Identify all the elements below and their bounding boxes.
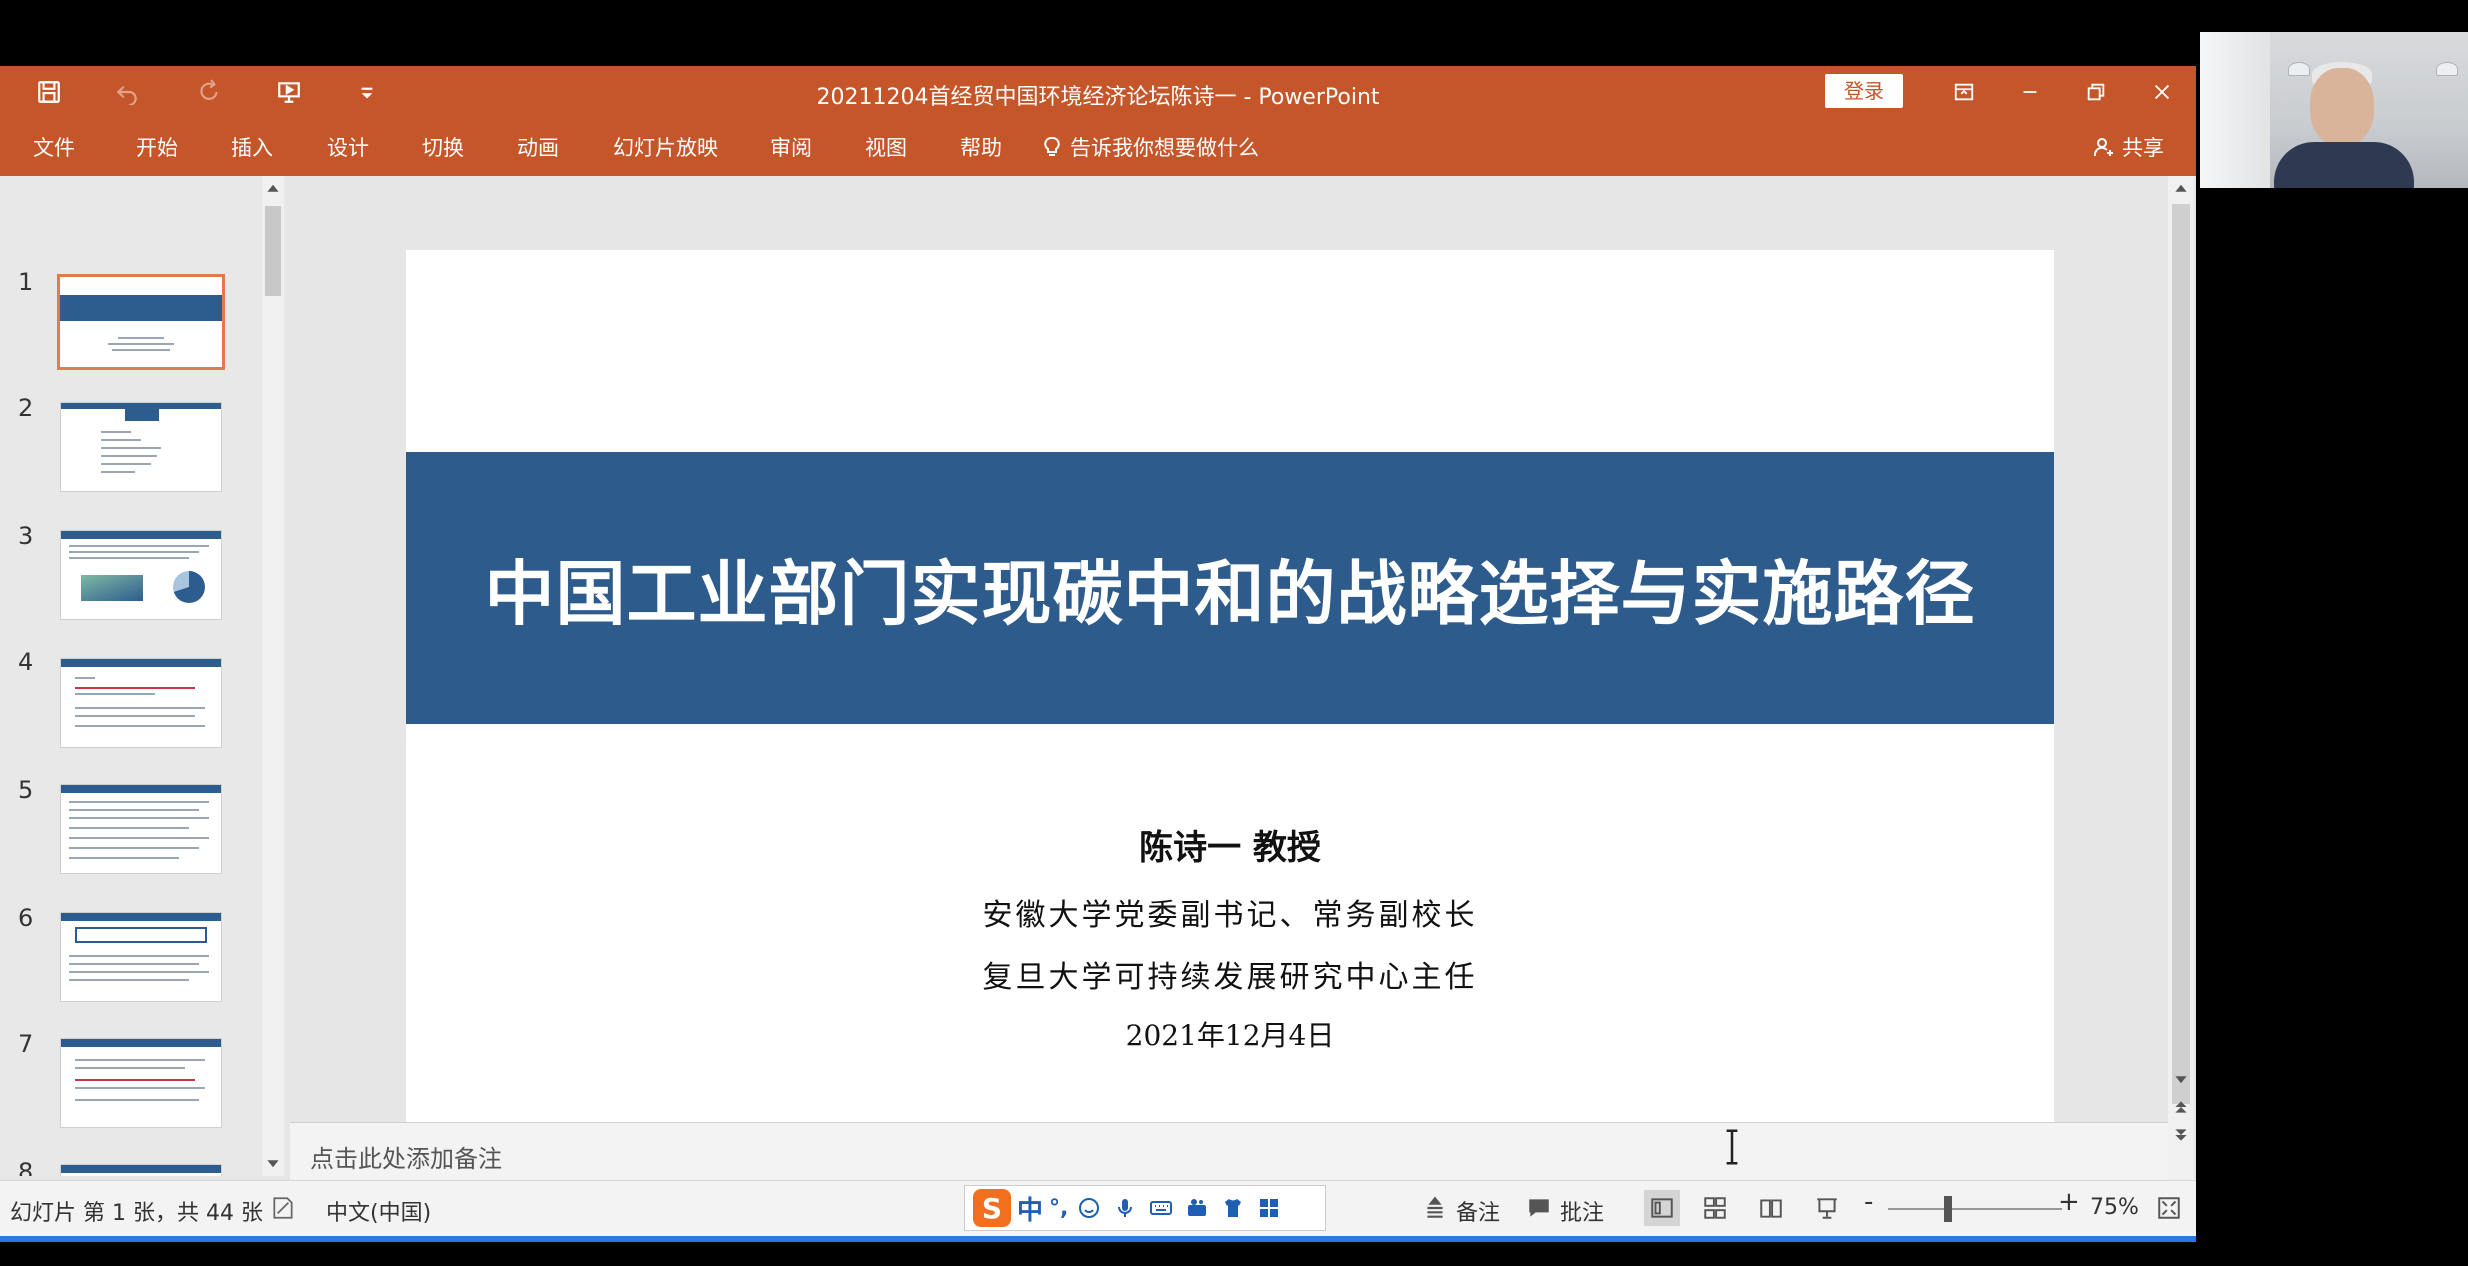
slide-thumbnails-pane: 1 2 3 4 5 6 7 8 [0,176,286,1176]
comments-label[interactable]: 批注 [1560,1195,1604,1227]
zoom-level[interactable]: 75% [2090,1195,2139,1220]
slide-counter: 幻灯片 第 1 张，共 44 张 [10,1201,263,1226]
thumbnail-number: 6 [18,904,34,932]
scroll-up-icon[interactable] [2170,178,2192,200]
scroll-thumb[interactable] [2172,204,2190,1104]
toolbox-icon[interactable] [1182,1193,1212,1223]
zoom-in-button[interactable]: + [2058,1187,2080,1217]
tell-me-label: 告诉我你想要做什么 [1070,136,1259,160]
slide-thumbnail-4[interactable] [60,658,222,748]
thumbnail-number: 5 [18,776,34,804]
lightbulb-icon [1044,136,1060,156]
tab-design[interactable]: 设计 [327,132,369,162]
thumbnail-number: 3 [18,522,34,550]
slide-author[interactable]: 陈诗一 教授 [406,820,2054,869]
tab-file[interactable]: 文件 [33,132,75,162]
comments-icon[interactable] [1524,1193,1554,1223]
skin-shirt-icon[interactable] [1218,1193,1248,1223]
next-slide-icon[interactable] [2170,1124,2192,1146]
title-banner: 中国工业部门实现碳中和的战略选择与实施路径 [406,452,2054,724]
undo-icon[interactable] [110,75,144,109]
slide-editor: 中国工业部门实现碳中和的战略选择与实施路径 陈诗一 教授 安徽大学党委副书记、常… [290,176,2170,1176]
tab-review[interactable]: 审阅 [770,132,812,162]
grid-menu-icon[interactable] [1254,1193,1284,1223]
redo-icon[interactable] [192,75,226,109]
tab-animations[interactable]: 动画 [517,132,559,162]
slide-title[interactable]: 中国工业部门实现碳中和的战略选择与实施路径 [485,538,1976,639]
notes-pane[interactable]: 点击此处添加备注 [290,1122,2168,1180]
fit-to-window-icon[interactable] [2154,1193,2184,1223]
ribbon-tabs: 文件 开始 插入 设计 切换 动画 幻灯片放映 审阅 视图 帮助 告诉我你想要做… [0,118,2196,176]
powerpoint-window: 20211204首经贸中国环境经济论坛陈诗一 - PowerPoint 登录 文… [0,66,2196,1236]
emoji-icon[interactable] [1074,1193,1104,1223]
start-slideshow-icon[interactable] [272,75,306,109]
title-bar: 20211204首经贸中国环境经济论坛陈诗一 - PowerPoint 登录 [0,66,2196,118]
tab-transitions[interactable]: 切换 [422,132,464,162]
current-slide[interactable]: 中国工业部门实现碳中和的战略选择与实施路径 陈诗一 教授 安徽大学党委副书记、常… [406,250,2054,1172]
slide-affiliation-1[interactable]: 安徽大学党委副书记、常务副校长 [406,890,2054,934]
thumbnails-scrollbar[interactable] [262,176,284,1176]
screen-share-border [0,1236,2196,1242]
tab-slideshow[interactable]: 幻灯片放映 [613,132,718,162]
slide-thumbnail-1[interactable] [57,274,225,370]
restore-icon[interactable] [2076,74,2116,110]
keyboard-icon[interactable] [1146,1193,1176,1223]
thumbnail-number: 8 [18,1158,34,1176]
tell-me-search[interactable]: 告诉我你想要做什么 [1040,132,1259,162]
slide-thumbnail-2[interactable] [60,402,222,492]
zoom-slider-thumb[interactable] [1944,1196,1952,1222]
slide-date[interactable]: 2021年12月4日 [406,1014,2054,1054]
tab-home[interactable]: 开始 [136,132,178,162]
ime-punctuation-mode[interactable]: °, [1049,1196,1068,1221]
scroll-down-icon[interactable] [262,1152,284,1174]
thumbnail-number: 2 [18,394,34,422]
login-button[interactable]: 登录 [1825,74,1903,108]
status-bar: 幻灯片 第 1 张，共 44 张 中文(中国) S 中 °, 备注 批注 - +… [0,1180,2196,1236]
microphone-icon[interactable] [1110,1193,1140,1223]
thumbnail-number: 7 [18,1030,34,1058]
text-cursor-icon [1726,1129,1738,1165]
slide-sorter-icon[interactable] [1700,1193,1730,1223]
sogou-logo-icon[interactable]: S [973,1189,1011,1227]
scroll-down-icon[interactable] [2170,1068,2192,1090]
scroll-thumb[interactable] [265,206,281,296]
customize-toolbar-icon[interactable] [350,75,384,109]
thumbnail-number: 1 [18,268,34,296]
thumbnail-number: 4 [18,648,34,676]
notes-toggle-icon[interactable] [1420,1193,1450,1223]
webcam-video [2200,32,2468,188]
slide-affiliation-2[interactable]: 复旦大学可持续发展研究中心主任 [406,952,2054,996]
ribbon-display-icon[interactable] [1944,74,1984,110]
reading-view-icon[interactable] [1756,1193,1786,1223]
close-icon[interactable] [2142,74,2182,110]
slide-thumbnail-5[interactable] [60,784,222,874]
ime-toolbar[interactable]: S 中 °, [964,1185,1326,1231]
normal-view-icon[interactable] [1644,1190,1680,1226]
tab-insert[interactable]: 插入 [231,132,273,162]
share-button[interactable]: 共享 [2092,132,2164,162]
slide-scrollbar[interactable] [2168,176,2194,1236]
previous-slide-icon[interactable] [2170,1096,2192,1118]
zoom-slider-track[interactable] [1888,1208,2062,1210]
slideshow-view-icon[interactable] [1812,1193,1842,1223]
slide-thumbnail-3[interactable] [60,530,222,620]
zoom-out-button[interactable]: - [1864,1187,1873,1217]
scroll-up-icon[interactable] [262,178,284,200]
notes-toggle-label[interactable]: 备注 [1456,1195,1500,1227]
notes-placeholder[interactable]: 点击此处添加备注 [310,1139,502,1174]
spelling-check-icon[interactable] [268,1193,298,1223]
minimize-icon[interactable] [2010,74,2050,110]
language-indicator[interactable]: 中文(中国) [326,1195,431,1227]
person-add-icon [2093,138,2113,157]
slide-thumbnail-8[interactable] [60,1164,222,1176]
tab-view[interactable]: 视图 [865,132,907,162]
ime-chinese-mode[interactable]: 中 [1017,1190,1043,1227]
tab-help[interactable]: 帮助 [960,132,1002,162]
slide-thumbnail-7[interactable] [60,1038,222,1128]
share-label: 共享 [2122,136,2164,160]
save-icon[interactable] [32,75,66,109]
slide-thumbnail-6[interactable] [60,912,222,1002]
